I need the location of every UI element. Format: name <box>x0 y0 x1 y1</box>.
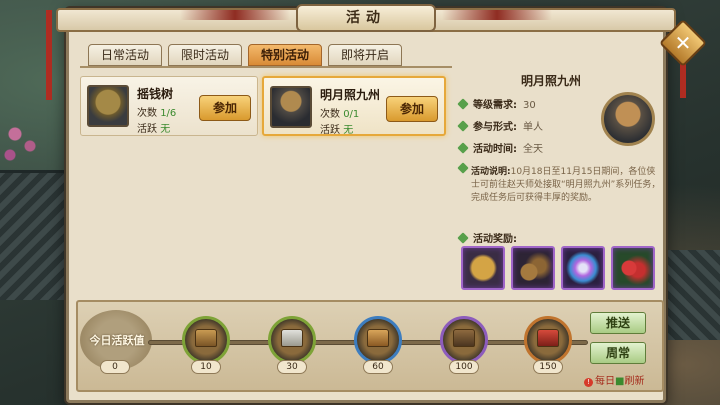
daily-activity-progress: 今日活跃值 0 10 30 60 100 150 推送 周常 ! 每日■刷新 <box>76 300 664 392</box>
leaf-bullet-icon <box>457 162 469 174</box>
reward-gem-icon[interactable] <box>561 246 605 290</box>
title-ornament-right <box>442 10 552 20</box>
roof-decoration <box>0 170 70 300</box>
money-tree-icon <box>87 85 129 127</box>
window-title: 活动 <box>296 4 436 32</box>
milestone-chest-10[interactable] <box>182 316 230 364</box>
activity-card-money-tree[interactable]: 摇钱树 次数 1/6 活跃 无 参加 <box>80 76 258 136</box>
activity-detail-panel: 明月照九州 等级需求: 30 参与形式: 单人 活动时间: 全天 活动说明:10月18… <box>455 72 665 302</box>
reward-fruit-icon[interactable] <box>611 246 655 290</box>
flowers-decoration <box>0 110 50 170</box>
rewards-label: 活动奖励: <box>457 230 517 245</box>
level-value: 30 <box>523 100 536 111</box>
leaf-bullet-icon <box>457 232 469 244</box>
detail-time-row: 活动时间: 全天 <box>457 140 543 155</box>
tab-divider <box>80 66 452 68</box>
detail-title: 明月照九州 <box>521 74 582 88</box>
activity-count: 次数 1/6 <box>137 104 176 119</box>
red-chest-icon <box>537 329 559 347</box>
active-value: 无 <box>343 125 354 136</box>
activity-active: 活跃 无 <box>137 120 170 135</box>
count-value: 1/6 <box>160 108 177 119</box>
rewards-label-text: 活动奖励: <box>473 234 517 245</box>
weekly-button[interactable]: 周常 <box>590 342 646 364</box>
activity-active: 活跃 无 <box>320 121 353 136</box>
form-value: 单人 <box>523 122 543 133</box>
silver-chest-icon <box>281 329 303 347</box>
milestone-value: 10 <box>191 360 221 374</box>
activity-name: 摇钱树 <box>137 87 174 101</box>
gold-chest-icon <box>367 329 389 347</box>
desc-label: 活动说明: <box>471 167 511 177</box>
title-ornament-left <box>180 10 290 20</box>
count-value: 0/1 <box>343 109 360 120</box>
activity-list: 摇钱树 次数 1/6 活跃 无 参加 明月照九州 次数 0/1 活跃 无 参加 <box>80 72 452 302</box>
left-tassel-decoration <box>46 10 52 100</box>
leaf-bullet-icon <box>457 120 469 132</box>
close-icon: ✕ <box>674 31 692 55</box>
time-label: 活动时间: <box>473 144 517 155</box>
milestone-value: 30 <box>277 360 307 374</box>
activity-portrait <box>601 92 655 146</box>
straw-hat-warrior-icon <box>270 86 312 128</box>
join-button[interactable]: 参加 <box>199 95 251 121</box>
activity-card-bright-moon[interactable]: 明月照九州 次数 0/1 活跃 无 参加 <box>262 76 446 136</box>
count-label: 次数 <box>137 108 157 119</box>
push-button[interactable]: 推送 <box>590 312 646 334</box>
tab-special[interactable]: 特别活动 <box>248 44 322 66</box>
warning-icon: ! <box>584 378 593 387</box>
detail-level-row: 等级需求: 30 <box>457 96 536 111</box>
activity-count: 次数 0/1 <box>320 105 359 120</box>
time-value: 全天 <box>523 144 543 155</box>
activity-name: 明月照九州 <box>320 88 381 102</box>
tab-upcoming[interactable]: 即将开启 <box>328 44 402 66</box>
active-value: 无 <box>160 124 171 135</box>
milestone-chest-100[interactable] <box>440 316 488 364</box>
milestone-chest-60[interactable] <box>354 316 402 364</box>
level-label: 等级需求: <box>473 100 517 111</box>
reward-coins-icon[interactable] <box>511 246 555 290</box>
active-label: 活跃 <box>320 125 340 136</box>
bronze-chest-icon <box>195 329 217 347</box>
detail-form-row: 参与形式: 单人 <box>457 118 543 133</box>
tab-daily[interactable]: 日常活动 <box>88 44 162 66</box>
milestone-value: 60 <box>363 360 393 374</box>
daily-refresh-note: ! 每日■刷新 <box>584 372 644 387</box>
activity-tabs: 日常活动 限时活动 特别活动 即将开启 <box>88 44 402 66</box>
refresh-prefix: 每日 <box>595 376 615 387</box>
activity-description: 活动说明:10月18日至11月15日期间，各位侠士可前往赵天师处接取“明月照九州… <box>471 166 661 205</box>
reward-list <box>461 246 655 290</box>
form-label: 参与形式: <box>473 122 517 133</box>
leaf-bullet-icon <box>457 98 469 110</box>
milestone-value: 100 <box>449 360 479 374</box>
reward-book-icon[interactable] <box>461 246 505 290</box>
active-label: 活跃 <box>137 124 157 135</box>
refresh-suffix: 刷新 <box>624 376 645 387</box>
tab-limited[interactable]: 限时活动 <box>168 44 242 66</box>
leaf-bullet-icon <box>457 142 469 154</box>
current-activity-value: 0 <box>100 360 130 374</box>
dark-chest-icon <box>453 329 475 347</box>
count-label: 次数 <box>320 109 340 120</box>
milestone-chest-150[interactable] <box>524 316 572 364</box>
join-button[interactable]: 参加 <box>386 96 438 122</box>
daily-activity-label: 今日活跃值 <box>89 334 145 347</box>
milestone-chest-30[interactable] <box>268 316 316 364</box>
milestone-value: 150 <box>533 360 563 374</box>
